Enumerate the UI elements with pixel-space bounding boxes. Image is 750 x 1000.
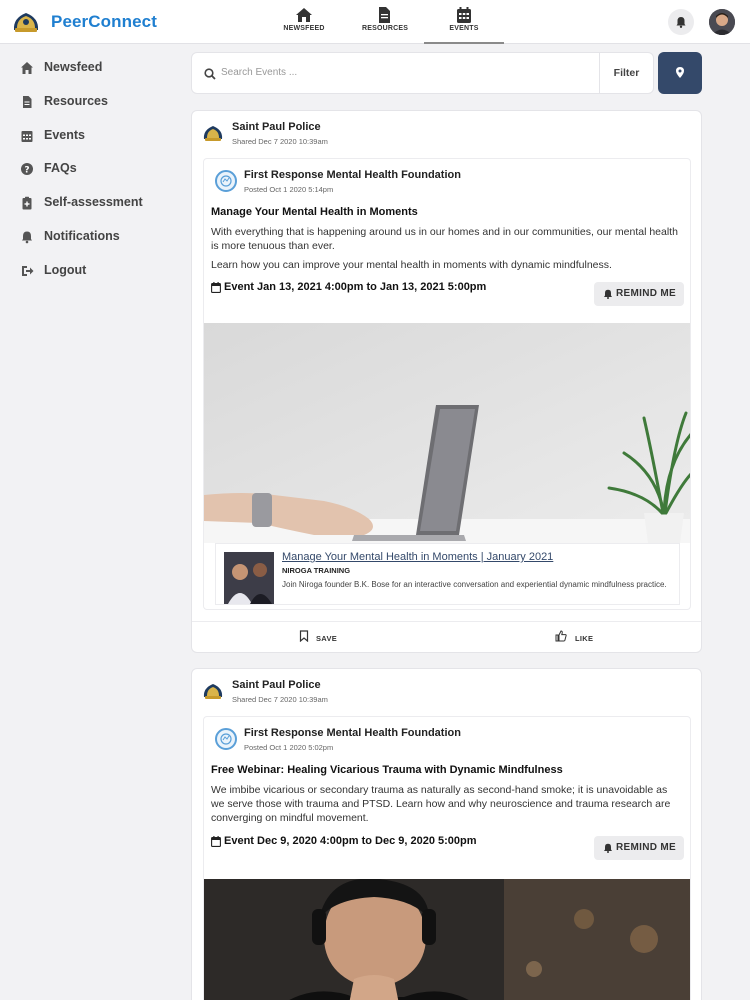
police-badge-avatar[interactable] xyxy=(203,124,223,142)
remind-me-button[interactable]: REMIND ME xyxy=(594,282,684,306)
remind-me-label: REMIND ME xyxy=(616,842,676,853)
bell-icon xyxy=(604,843,612,853)
sidebar-item-resources[interactable]: Resources xyxy=(20,92,170,112)
bell-icon xyxy=(604,289,612,299)
search-icon xyxy=(204,68,216,80)
tab-events-label: EVENTS xyxy=(449,25,479,32)
shared-date: Shared Dec 7 2020 10:39am xyxy=(232,695,328,704)
top-bar: PeerConnect NEWSFEED RESOURCES EVENTS xyxy=(0,0,750,44)
event-description-2: Learn how you can improve your mental he… xyxy=(211,259,612,271)
logout-icon xyxy=(22,266,34,276)
event-description: We imbibe vicarious or secondary trauma … xyxy=(211,784,671,824)
tab-newsfeed-label: NEWSFEED xyxy=(283,25,325,32)
calendar-icon xyxy=(21,131,33,142)
link-title[interactable]: Manage Your Mental Health in Moments | J… xyxy=(282,551,553,563)
save-button[interactable]: SAVE xyxy=(299,630,359,646)
post-actions: SAVE LIKE xyxy=(192,621,701,652)
event-post: First Response Mental Health Foundation … xyxy=(203,158,691,610)
sidebar-item-label: Events xyxy=(44,128,85,142)
bell-icon xyxy=(22,231,32,244)
event-date-text: Event Dec 9, 2020 4:00pm to Dec 9, 2020 … xyxy=(224,835,477,847)
map-pin-icon xyxy=(676,67,684,78)
event-date-text: Event Jan 13, 2021 4:00pm to Jan 13, 202… xyxy=(224,281,487,293)
event-title: Manage Your Mental Health in Moments xyxy=(211,206,418,218)
event-post: First Response Mental Health Foundation … xyxy=(203,716,691,1000)
police-badge-avatar[interactable] xyxy=(203,682,223,700)
bookmark-icon xyxy=(299,630,309,642)
sidebar-item-label: Resources xyxy=(44,94,108,108)
link-thumbnail[interactable] xyxy=(224,552,274,604)
user-avatar[interactable] xyxy=(709,9,735,35)
brand-name[interactable]: PeerConnect xyxy=(51,12,157,32)
calendar-icon xyxy=(211,836,221,847)
sidebar-item-events[interactable]: Events xyxy=(20,126,170,146)
calendar-icon xyxy=(457,7,471,23)
question-icon: ? xyxy=(21,163,33,176)
org-logo[interactable] xyxy=(215,728,237,750)
home-icon xyxy=(296,8,312,22)
tab-events[interactable]: EVENTS xyxy=(424,0,504,44)
document-icon xyxy=(379,7,390,23)
like-label: LIKE xyxy=(575,634,594,643)
event-image[interactable] xyxy=(204,323,690,543)
home-icon xyxy=(21,62,33,74)
link-source: NIROGA TRAINING xyxy=(282,566,351,575)
svg-text:?: ? xyxy=(24,166,29,176)
tab-resources-label: RESOURCES xyxy=(362,25,409,32)
shared-date: Shared Dec 7 2020 10:39am xyxy=(232,137,328,146)
clipboard-icon xyxy=(22,196,32,210)
sharer-name[interactable]: Saint Paul Police xyxy=(232,121,321,133)
thumbs-up-icon xyxy=(555,630,567,642)
org-name[interactable]: First Response Mental Health Foundation xyxy=(244,727,461,739)
calendar-icon xyxy=(211,282,221,293)
sidebar-item-self-assessment[interactable]: Self-assessment xyxy=(20,193,170,213)
sidebar-item-newsfeed[interactable]: Newsfeed xyxy=(20,58,170,78)
remind-me-button[interactable]: REMIND ME xyxy=(594,836,684,860)
filter-button[interactable]: Filter xyxy=(599,53,653,93)
search-input[interactable]: Search Events ... xyxy=(221,67,297,78)
sidebar-item-label: Newsfeed xyxy=(44,60,103,74)
sidebar-item-label: Notifications xyxy=(44,229,120,243)
event-date: Event Jan 13, 2021 4:00pm to Jan 13, 202… xyxy=(211,281,511,295)
org-logo[interactable] xyxy=(215,170,237,192)
sidebar-item-label: Logout xyxy=(44,263,87,277)
sidebar-item-faqs[interactable]: ? FAQs xyxy=(20,159,170,179)
like-button[interactable]: LIKE xyxy=(555,630,615,646)
event-card: Saint Paul Police Shared Dec 7 2020 10:3… xyxy=(191,668,702,1000)
sidebar-item-label: FAQs xyxy=(44,161,77,175)
event-card: Saint Paul Police Shared Dec 7 2020 10:3… xyxy=(191,110,702,653)
save-label: SAVE xyxy=(316,634,338,643)
event-date: Event Dec 9, 2020 4:00pm to Dec 9, 2020 … xyxy=(211,835,511,849)
remind-me-label: REMIND ME xyxy=(616,288,676,299)
event-title: Free Webinar: Healing Vicarious Trauma w… xyxy=(211,764,563,776)
police-badge-logo[interactable] xyxy=(12,10,40,34)
sidebar-item-notifications[interactable]: Notifications xyxy=(20,227,170,247)
link-preview[interactable]: Manage Your Mental Health in Moments | J… xyxy=(215,543,680,605)
tab-resources[interactable]: RESOURCES xyxy=(362,0,409,44)
event-description: With everything that is happening around… xyxy=(211,226,678,252)
search-bar[interactable]: Search Events ... Filter xyxy=(191,52,654,94)
sidebar-item-label: Self-assessment xyxy=(44,195,143,209)
link-description: Join Niroga founder B.K. Bose for an int… xyxy=(282,580,667,589)
event-image[interactable] xyxy=(204,879,690,1000)
sidebar-item-logout[interactable]: Logout xyxy=(20,261,170,281)
document-icon xyxy=(23,96,32,108)
notifications-button[interactable] xyxy=(668,9,694,35)
bell-icon xyxy=(676,17,686,28)
tab-newsfeed[interactable]: NEWSFEED xyxy=(283,0,325,44)
posted-date: Posted Oct 1 2020 5:02pm xyxy=(244,743,334,752)
org-name[interactable]: First Response Mental Health Foundation xyxy=(244,169,461,181)
location-button[interactable] xyxy=(658,52,702,94)
posted-date: Posted Oct 1 2020 5:14pm xyxy=(244,185,334,194)
sharer-name[interactable]: Saint Paul Police xyxy=(232,679,321,691)
